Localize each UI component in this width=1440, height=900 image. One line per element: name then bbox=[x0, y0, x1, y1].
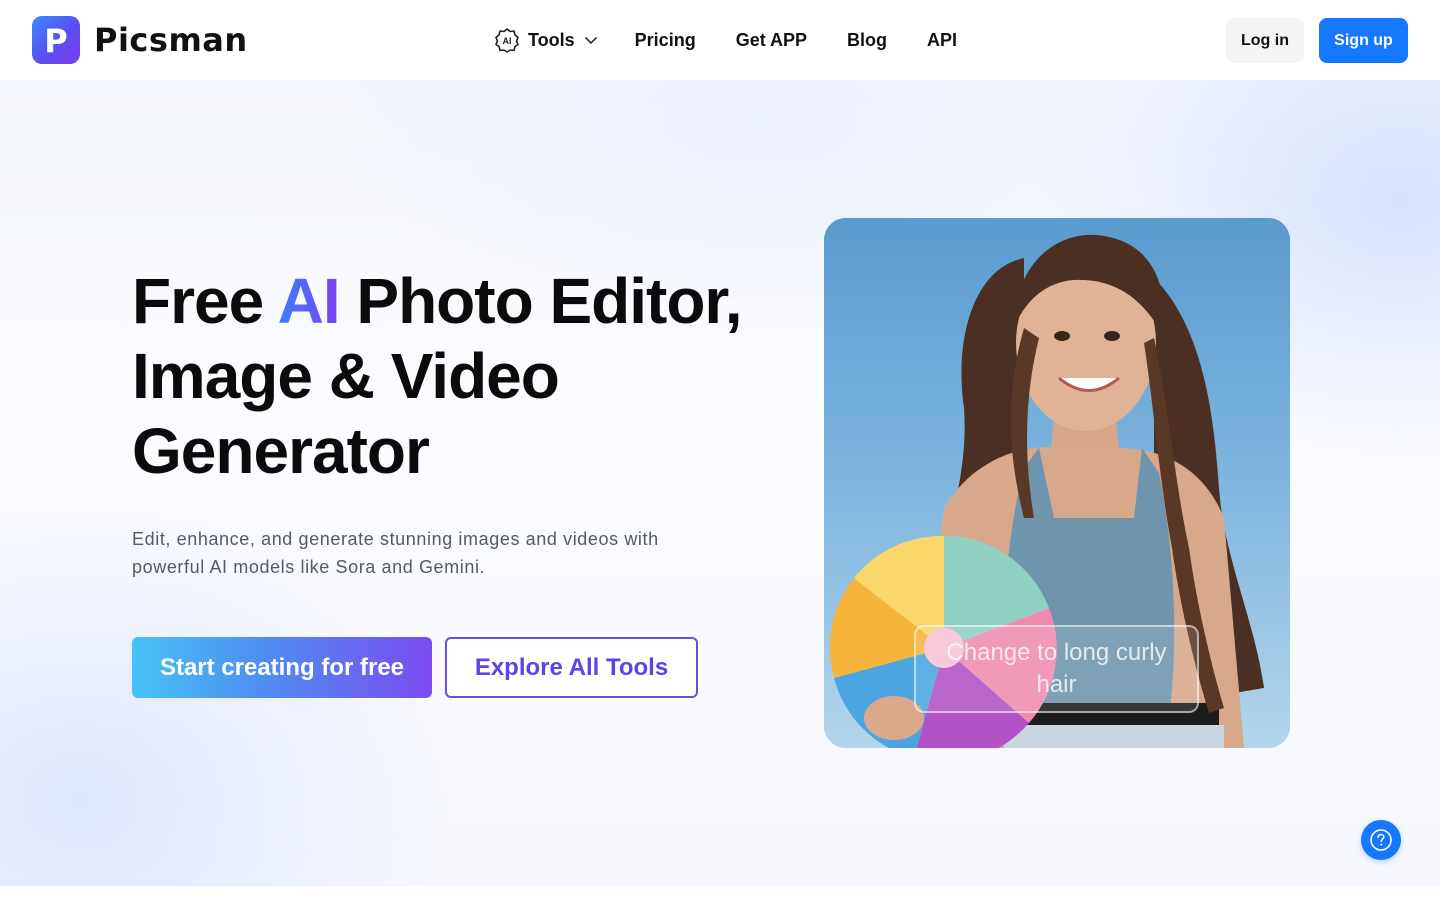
start-creating-button[interactable]: Start creating for free bbox=[132, 637, 432, 698]
image-prompt-overlay: Change to long curly hair bbox=[914, 625, 1199, 713]
hero-title: Free AI Photo Editor, Image & Video Gene… bbox=[132, 264, 772, 489]
nav-tools[interactable]: AI Tools bbox=[494, 27, 599, 53]
signup-button[interactable]: Sign up bbox=[1319, 18, 1408, 63]
logo-mark-icon: P bbox=[32, 16, 80, 64]
ai-badge-icon: AI bbox=[494, 27, 520, 53]
help-button[interactable] bbox=[1361, 820, 1401, 860]
nav-api[interactable]: API bbox=[927, 30, 957, 51]
brand-logo[interactable]: P Picsman bbox=[32, 16, 248, 64]
brand-name: Picsman bbox=[94, 21, 248, 59]
nav-blog[interactable]: Blog bbox=[847, 30, 887, 51]
nav-get-app[interactable]: Get APP bbox=[736, 30, 807, 51]
main-nav: AI Tools Pricing Get APP Blog API bbox=[494, 20, 957, 60]
explore-tools-button[interactable]: Explore All Tools bbox=[445, 637, 698, 698]
question-circle-icon bbox=[1370, 829, 1392, 851]
section-divider bbox=[0, 886, 1440, 900]
hero-title-ai: AI bbox=[277, 265, 341, 337]
hero-title-part1: Free bbox=[132, 265, 278, 337]
hero-showcase-image: Change to long curly hair bbox=[824, 218, 1290, 748]
hero-subtitle: Edit, enhance, and generate stunning ima… bbox=[132, 529, 659, 577]
logo-letter: P bbox=[44, 22, 67, 60]
nav-tools-label: Tools bbox=[528, 29, 575, 50]
nav-pricing[interactable]: Pricing bbox=[635, 30, 696, 51]
site-header: P Picsman AI Tools Pricing Get APP Blog … bbox=[0, 0, 1440, 80]
login-button[interactable]: Log in bbox=[1226, 18, 1304, 63]
svg-text:AI: AI bbox=[503, 36, 512, 46]
chevron-down-icon bbox=[583, 32, 599, 48]
